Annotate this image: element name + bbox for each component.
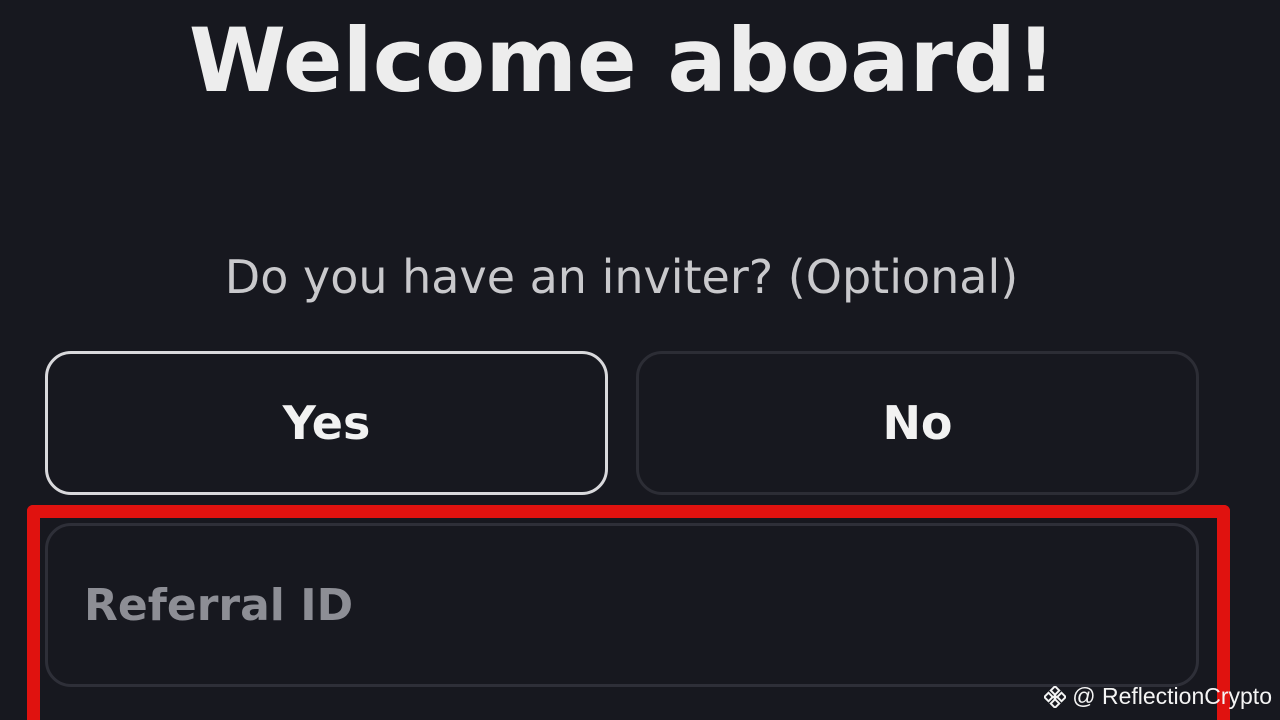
referral-id-input[interactable] xyxy=(45,523,1199,687)
no-button-label: No xyxy=(882,396,953,450)
page-title: Welcome aboard! xyxy=(188,9,1057,112)
watermark: @ ReflectionCrypto xyxy=(1044,683,1272,710)
yes-button-label: Yes xyxy=(282,396,371,450)
no-button[interactable]: No xyxy=(636,351,1199,495)
watermark-text: @ ReflectionCrypto xyxy=(1072,683,1272,709)
binance-logo-icon xyxy=(1044,685,1067,708)
inviter-question: Do you have an inviter? (Optional) xyxy=(224,250,1019,304)
yes-button[interactable]: Yes xyxy=(45,351,608,495)
